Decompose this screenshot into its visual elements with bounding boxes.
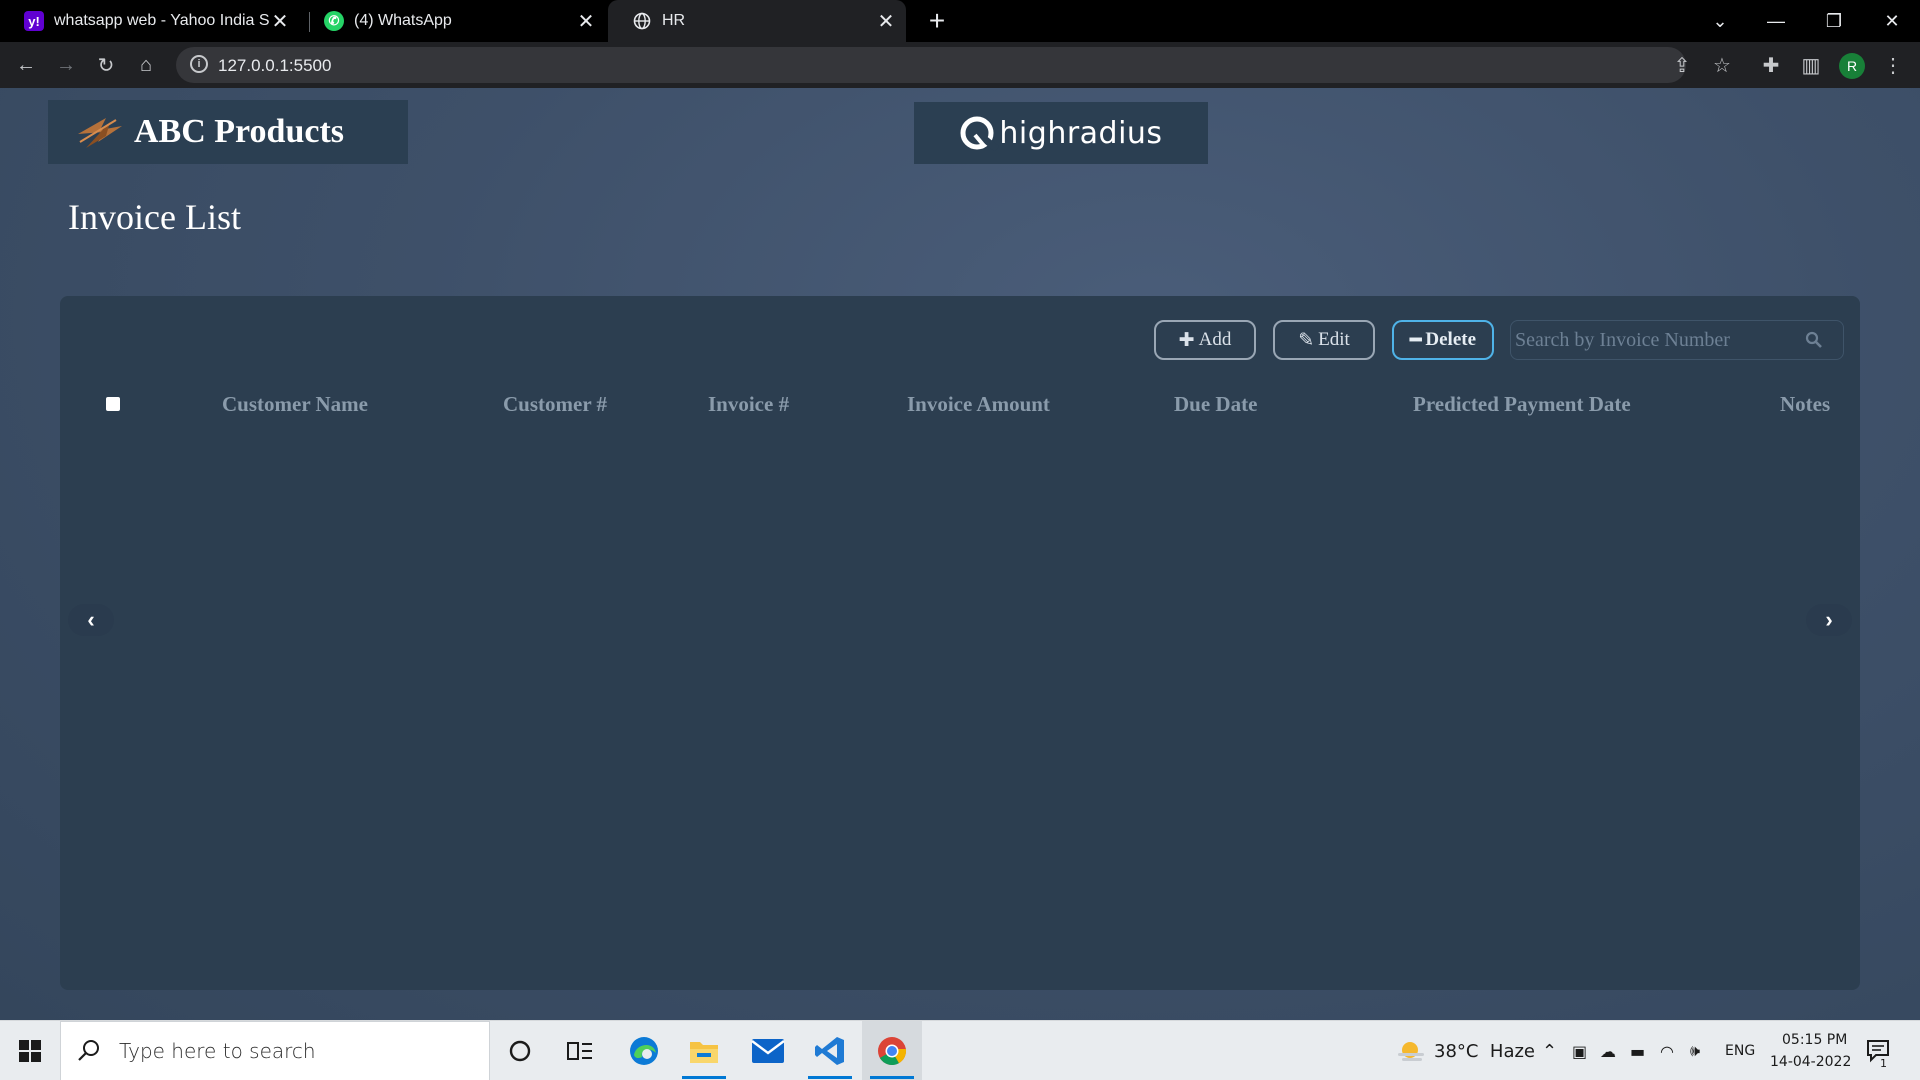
weather-haze-icon (1398, 1042, 1424, 1061)
search-icon[interactable] (1805, 331, 1823, 349)
clock-date: 14-04-2022 (1770, 1054, 1852, 1070)
chrome-menu-icon[interactable]: ⋮ (1877, 49, 1909, 81)
url-text: 127.0.0.1:5500 (218, 56, 332, 75)
wifi-icon[interactable]: ◠ (1660, 1021, 1674, 1080)
page-title: Invoice List (68, 197, 241, 237)
tab-whatsapp[interactable]: ✆ (4) WhatsApp ✕ (300, 0, 606, 42)
previous-page-button[interactable]: ‹ (68, 604, 114, 636)
edit-label: Edit (1318, 329, 1350, 350)
extensions-icon[interactable]: ✚ (1755, 49, 1787, 81)
close-tab-icon[interactable]: ✕ (576, 9, 596, 34)
browser-tab-strip: y! whatsapp web - Yahoo India Sea ✕ ✆ (4… (0, 0, 1920, 42)
delete-label: Delete (1425, 329, 1477, 350)
search-icon (78, 1040, 99, 1061)
meet-now-icon[interactable]: ▣ (1572, 1021, 1587, 1080)
home-icon[interactable]: ⌂ (130, 49, 162, 81)
highradius-logo: highradius (914, 102, 1208, 164)
minimize-button[interactable]: — (1748, 0, 1804, 42)
edit-button[interactable]: ✎ Edit (1273, 320, 1375, 360)
minus-icon: ━ (1409, 329, 1422, 351)
plus-icon: ✚ (1178, 329, 1195, 351)
edge-browser-icon[interactable] (614, 1021, 674, 1080)
invoice-panel: ✚Add ✎Edit ━Delete Customer Name Custome… (60, 296, 1860, 990)
tab-yahoo-search[interactable]: y! whatsapp web - Yahoo India Sea ✕ (0, 0, 300, 42)
volume-icon[interactable]: 🕪 (1690, 1021, 1700, 1080)
highradius-mark-icon (960, 116, 1000, 151)
new-tab-button[interactable]: + (922, 6, 952, 36)
task-view-icon[interactable] (550, 1021, 610, 1080)
language-indicator[interactable]: ENG (1725, 1021, 1755, 1080)
pencil-icon: ✎ (1298, 329, 1315, 351)
tab-title: HR (662, 12, 686, 29)
reload-icon[interactable]: ↻ (90, 49, 122, 81)
close-tab-icon[interactable]: ✕ (270, 9, 290, 34)
file-explorer-icon[interactable] (674, 1021, 734, 1080)
notifications-icon[interactable]: 1 (1866, 1021, 1892, 1080)
select-all-checkbox[interactable] (106, 397, 120, 411)
column-customer-name[interactable]: Customer Name (222, 392, 368, 417)
notification-count: 1 (1880, 1057, 1887, 1070)
brand-name: ABC Products (134, 113, 344, 150)
column-predicted-payment-date[interactable]: Predicted Payment Date (1413, 392, 1631, 417)
close-window-button[interactable]: ✕ (1864, 0, 1920, 42)
address-bar[interactable]: i 127.0.0.1:5500 (176, 47, 1686, 83)
mail-icon[interactable] (738, 1021, 798, 1080)
bookmark-star-icon[interactable]: ☆ (1706, 49, 1738, 81)
onedrive-icon[interactable]: ☁ (1600, 1021, 1616, 1080)
invoice-search (1510, 320, 1844, 360)
weather-text: 38°C Haze (1434, 1040, 1536, 1062)
profile-avatar[interactable]: R (1839, 53, 1865, 79)
close-tab-icon[interactable]: ✕ (876, 9, 896, 34)
add-button[interactable]: ✚ Add (1154, 320, 1256, 360)
cortana-icon[interactable] (490, 1021, 550, 1080)
column-due-date[interactable]: Due Date (1174, 392, 1257, 417)
tab-hr[interactable]: HR ✕ (608, 0, 906, 42)
page-content: ABC Products highradius Invoice List ✚ Ad… (0, 88, 1920, 1020)
yahoo-icon: y! (24, 11, 44, 31)
partner-name: highradius (999, 115, 1163, 151)
clock-time: 05:15 PM (1782, 1032, 1848, 1048)
delete-button[interactable]: ━ Delete (1392, 320, 1494, 360)
clock[interactable]: 05:15 PM 14-04-2022 (1770, 1021, 1851, 1080)
battery-icon[interactable]: ▬ (1630, 1021, 1645, 1080)
site-info-icon[interactable]: i (190, 55, 208, 73)
windows-start-icon[interactable] (0, 1021, 60, 1080)
whatsapp-icon: ✆ (324, 11, 344, 31)
column-customer-number[interactable]: Customer # (503, 392, 607, 417)
back-icon[interactable]: ← (10, 49, 42, 81)
vscode-icon[interactable] (800, 1021, 860, 1080)
tab-title: whatsapp web - Yahoo India Sea (54, 12, 270, 29)
next-page-button[interactable]: › (1806, 604, 1852, 636)
restore-button[interactable]: ❐ (1806, 0, 1862, 42)
side-panel-icon[interactable]: ▥ (1795, 49, 1827, 81)
windows-taskbar: Type here to search 38°C Haze ⌃ ▣ ☁ ▬ ◠ … (0, 1020, 1920, 1080)
column-invoice-number[interactable]: Invoice # (708, 392, 789, 417)
chrome-icon[interactable] (862, 1021, 922, 1080)
weather-widget[interactable]: 38°C Haze (1396, 1021, 1535, 1080)
globe-icon (632, 11, 652, 31)
share-icon[interactable]: ⇪ (1666, 49, 1698, 81)
add-label: Add (1198, 329, 1232, 350)
forward-icon[interactable]: → (50, 49, 82, 81)
taskbar-search-box[interactable]: Type here to search (60, 1021, 490, 1080)
abc-products-logo: ABC Products (48, 100, 408, 164)
column-invoice-amount[interactable]: Invoice Amount (907, 392, 1050, 417)
abc-logo-mark-icon (76, 112, 124, 152)
show-hidden-icons-icon[interactable]: ⌃ (1542, 1021, 1557, 1080)
column-notes[interactable]: Notes (1780, 392, 1830, 417)
browser-toolbar: ← → ↻ ⌂ i 127.0.0.1:5500 ⇪ ☆ ✚ ▥ R ⋮ (0, 42, 1920, 88)
taskbar-search-placeholder: Type here to search (119, 1039, 316, 1063)
tab-title: (4) WhatsApp (354, 12, 452, 29)
search-input[interactable] (1515, 325, 1795, 355)
tab-search-icon[interactable]: ⌄ (1692, 0, 1748, 42)
